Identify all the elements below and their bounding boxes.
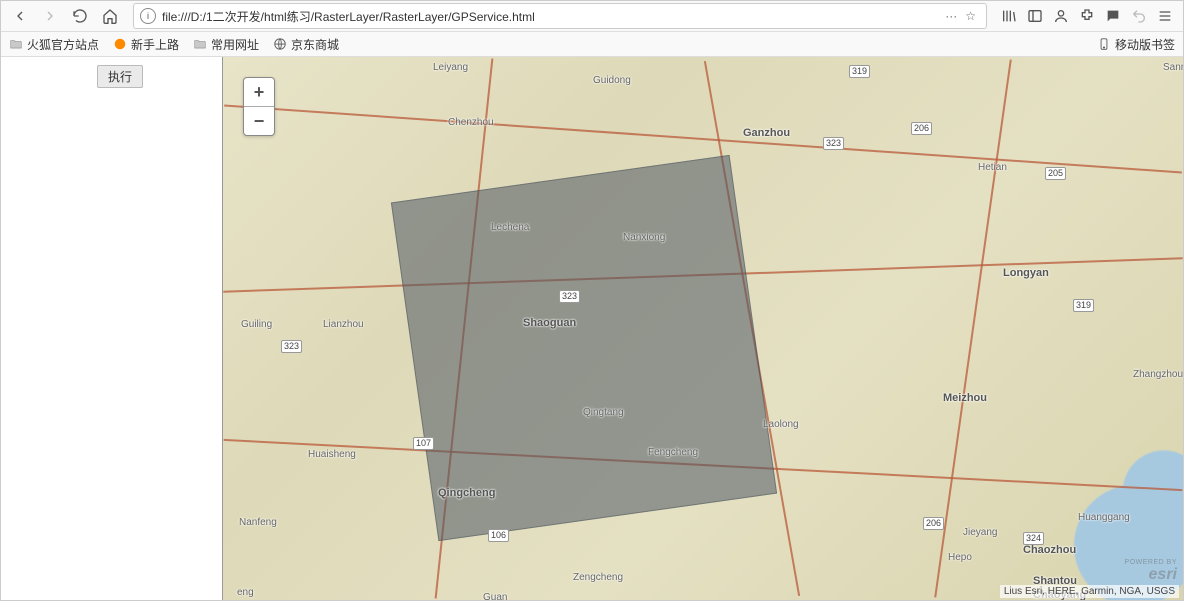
- esri-logo: esri: [1149, 566, 1177, 584]
- forward-button[interactable]: [37, 3, 63, 29]
- bookmark-label: 新手上路: [131, 36, 179, 53]
- city-label-major: Meizhou: [943, 392, 987, 404]
- run-button[interactable]: 执行: [97, 65, 143, 88]
- zoom-in-button[interactable]: +: [244, 78, 274, 107]
- menu-icon[interactable]: [1157, 8, 1173, 24]
- city-label-major: Chaozhou: [1023, 544, 1076, 556]
- city-label-minor: Lianzhou: [323, 319, 364, 330]
- browser-window: i file:///D:/1二次开发/html练习/RasterLayer/Ra…: [0, 0, 1184, 601]
- route-shield: 323: [823, 137, 844, 150]
- map-attribution: Lius Esri, HERE, Garmin, NGA, USGS: [1000, 585, 1179, 598]
- city-label-minor: Laolong: [763, 419, 799, 430]
- city-label-minor: Huanggang: [1078, 512, 1130, 523]
- city-label-minor: Jieyang: [963, 527, 997, 538]
- route-shield: 205: [1045, 167, 1066, 180]
- city-label-minor: Nanxiong: [623, 232, 665, 243]
- folder-icon: [9, 37, 23, 51]
- extension-icon[interactable]: [1079, 8, 1095, 24]
- esri-powered-label: POWERED BY: [1125, 559, 1177, 566]
- city-label-minor: Guan: [483, 592, 507, 600]
- city-label-minor: Sanm: [1163, 62, 1183, 73]
- bookmark-label: 京东商城: [291, 36, 339, 53]
- city-label-minor: Hetian: [978, 162, 1007, 173]
- city-label-minor: eng: [237, 587, 254, 598]
- city-label-minor: Hepo: [948, 552, 972, 563]
- route-shield: 319: [849, 65, 870, 78]
- page-content: 执行 + − ShaoguanGanzhouMeizhouQingchengSh…: [1, 57, 1183, 600]
- city-label-major: Longyan: [1003, 267, 1049, 279]
- route-shield: 324: [1023, 532, 1044, 545]
- zoom-out-button[interactable]: −: [244, 107, 274, 135]
- raster-overlay: [391, 155, 777, 541]
- map-view[interactable]: + − ShaoguanGanzhouMeizhouQingchengShant…: [222, 57, 1183, 600]
- home-button[interactable]: [97, 3, 123, 29]
- route-shield: 323: [281, 340, 302, 353]
- route-shield: 323: [559, 290, 580, 303]
- browser-toolbar: i file:///D:/1二次开发/html练习/RasterLayer/Ra…: [1, 1, 1183, 32]
- bookmark-label: 移动版书签: [1115, 36, 1175, 53]
- undo-icon[interactable]: [1131, 8, 1147, 24]
- city-label-minor: Zhangzhou: [1133, 369, 1183, 380]
- bookmark-star-icon[interactable]: ☆: [965, 9, 976, 23]
- route-shield: 206: [911, 122, 932, 135]
- city-label-minor: Qingtang: [583, 407, 624, 418]
- city-label-minor: Huaisheng: [308, 449, 356, 460]
- folder-icon: [193, 37, 207, 51]
- route-shield: 107: [413, 437, 434, 450]
- zoom-control: + −: [243, 77, 275, 136]
- mobile-bookmarks[interactable]: 移动版书签: [1097, 36, 1175, 53]
- bookmark-label: 常用网址: [211, 36, 259, 53]
- city-label-major: Ganzhou: [743, 127, 790, 139]
- city-label-minor: Nanfeng: [239, 517, 277, 528]
- city-label-minor: Chenzhou: [448, 117, 494, 128]
- back-button[interactable]: [7, 3, 33, 29]
- library-icon[interactable]: [1001, 8, 1017, 24]
- bookmark-item[interactable]: 火狐官方站点: [9, 36, 99, 53]
- info-icon[interactable]: i: [140, 8, 156, 24]
- city-label-minor: Zengcheng: [573, 572, 623, 583]
- more-icon[interactable]: ···: [945, 9, 957, 23]
- firefox-icon: [113, 37, 127, 51]
- url-bar[interactable]: i file:///D:/1二次开发/html练习/RasterLayer/Ra…: [133, 3, 987, 29]
- route-shield: 319: [1073, 299, 1094, 312]
- city-label-major: Qingcheng: [438, 487, 495, 499]
- sidebar-icon[interactable]: [1027, 8, 1043, 24]
- city-label-major: Shaoguan: [523, 317, 576, 329]
- mobile-icon: [1097, 37, 1111, 51]
- city-label-minor: Fengcheng: [648, 447, 698, 458]
- reload-button[interactable]: [67, 3, 93, 29]
- city-label-minor: Leiyang: [433, 62, 468, 73]
- city-label-minor: Lechena: [491, 222, 529, 233]
- bookmark-item[interactable]: 京东商城: [273, 36, 339, 53]
- bookmarks-bar: 火狐官方站点 新手上路 常用网址 京东商城 移动版书签: [1, 32, 1183, 57]
- route-shield: 206: [923, 517, 944, 530]
- bookmark-item[interactable]: 常用网址: [193, 36, 259, 53]
- globe-icon: [273, 37, 287, 51]
- bookmark-item[interactable]: 新手上路: [113, 36, 179, 53]
- city-label-minor: Guiling: [241, 319, 272, 330]
- route-shield: 106: [488, 529, 509, 542]
- account-icon[interactable]: [1053, 8, 1069, 24]
- url-text: file:///D:/1二次开发/html练习/RasterLayer/Rast…: [162, 8, 939, 25]
- left-panel: 执行: [1, 57, 222, 600]
- chat-icon[interactable]: [1105, 8, 1121, 24]
- bookmark-label: 火狐官方站点: [27, 36, 99, 53]
- city-label-minor: Guidong: [593, 75, 631, 86]
